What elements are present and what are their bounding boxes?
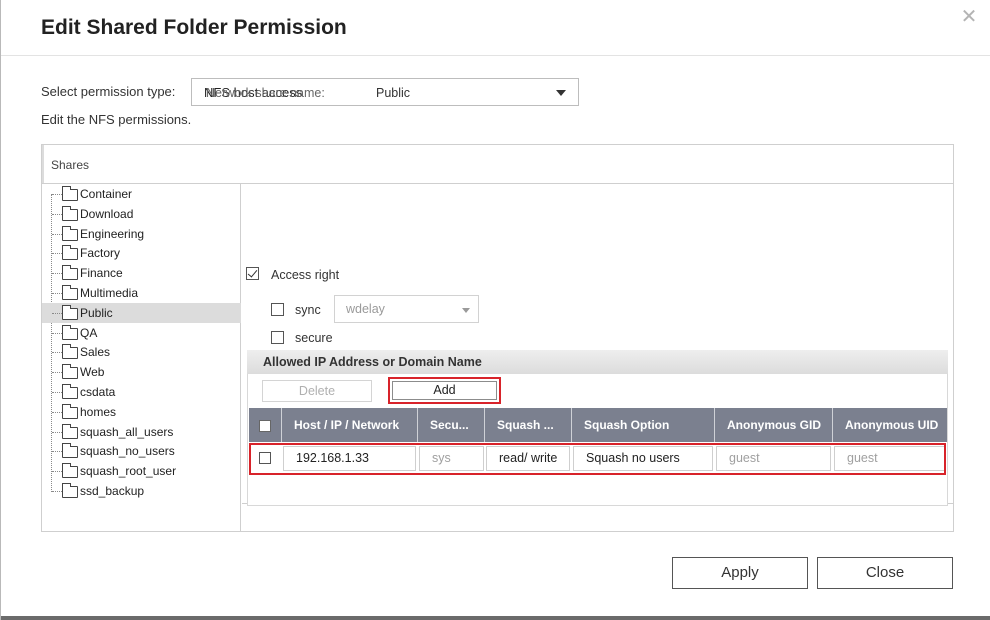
folder-icon [62,344,78,360]
folder-icon [62,483,78,498]
share-item-qa[interactable]: QA [42,323,241,343]
share-item-squash-all-users[interactable]: squash_all_users [42,422,241,442]
share-item-label: homes [80,404,117,419]
row-anon-gid[interactable]: guest [716,446,831,471]
share-item-label: Finance [80,266,123,281]
apply-button[interactable]: Apply [672,557,808,589]
sync-checkbox[interactable] [271,303,284,316]
share-item-label: QA [80,325,98,340]
share-item-label: ssd_backup [80,484,145,498]
row-security[interactable]: sys [419,446,484,471]
edit-permission-dialog: Edit Shared Folder Permission ✕ Select p… [0,0,990,620]
network-share-name-label: Network share name: [206,86,325,100]
col-squash[interactable]: Squash ... [485,408,572,442]
add-button[interactable]: Add [392,381,497,400]
select-all-checkbox[interactable] [259,420,271,432]
share-item-label: Factory [80,246,121,261]
edit-description: Edit the NFS permissions. [41,112,192,127]
share-item-homes[interactable]: homes [42,402,241,422]
folder-icon [62,463,78,479]
chevron-down-icon [462,308,470,313]
share-item-squash-no-users[interactable]: squash_no_users [42,441,241,461]
folder-icon [62,205,78,221]
folder-icon [62,245,78,261]
sync-mode-select[interactable]: wdelay [334,295,479,323]
share-item-squash-root-user[interactable]: squash_root_user [42,461,241,481]
folder-icon [62,384,78,399]
row-anon-uid[interactable]: guest [834,446,945,471]
folder-icon [62,265,78,281]
share-item-finance[interactable]: Finance [42,263,241,283]
close-button[interactable]: Close [817,557,953,589]
chevron-down-icon [556,90,566,96]
network-share-name-value: Public [376,86,411,100]
secure-label: secure [295,331,333,345]
share-item-engineering[interactable]: Engineering [42,224,241,244]
share-item-label: Download [80,206,134,221]
access-right-checkbox[interactable] [246,267,259,280]
folder-icon [62,324,78,340]
header-divider [1,55,990,56]
share-item-sales[interactable]: Sales [42,342,241,362]
share-item-ssd-backup[interactable]: ssd_backup [42,481,241,501]
folder-icon [62,186,78,201]
hosts-table-header: Host / IP / Network Secu... Squash ... S… [249,408,947,442]
share-item-public[interactable]: Public [42,302,241,323]
share-item-label: Engineering [80,226,145,241]
share-item-csdata[interactable]: csdata [42,382,241,402]
col-squash-option[interactable]: Squash Option [572,408,715,442]
secure-checkbox[interactable] [271,331,284,344]
share-item-label: Public [80,305,113,320]
share-item-label: Multimedia [80,286,139,300]
allowed-hosts-header: Allowed IP Address or Domain Name [247,350,948,374]
folder-icon [62,304,78,320]
share-item-container[interactable]: Container [42,184,241,204]
share-item-label: Container [80,187,133,201]
select-all-cell [249,408,282,442]
row-checkbox[interactable] [259,452,271,464]
col-host[interactable]: Host / IP / Network [282,408,418,442]
row-squash-option[interactable]: Squash no users [573,446,713,471]
share-item-label: squash_all_users [80,424,174,439]
share-item-label: Web [80,365,105,380]
permission-type-label: Select permission type: [41,84,176,99]
share-item-download[interactable]: Download [42,204,241,224]
dialog-title: Edit Shared Folder Permission [41,16,347,39]
share-item-factory[interactable]: Factory [42,243,241,263]
sync-mode-value: wdelay [346,302,385,316]
col-security[interactable]: Secu... [418,408,485,442]
folder-icon [62,285,78,300]
share-item-label: Sales [80,345,111,360]
share-item-web[interactable]: Web [42,362,241,382]
col-anon-uid[interactable]: Anonymous UID [833,408,947,442]
delete-button[interactable]: Delete [262,380,372,402]
table-row[interactable]: 192.168.1.33 sys read/ write Squash no u… [249,442,947,474]
share-item-label: squash_root_user [80,464,177,479]
col-anon-gid[interactable]: Anonymous GID [715,408,833,442]
share-item-label: csdata [80,385,116,399]
detail-footer-bar [242,503,953,531]
row-permission[interactable]: read/ write [486,446,570,471]
share-item-label: squash_no_users [80,444,175,459]
share-item-multimedia[interactable]: Multimedia [42,283,241,303]
folder-icon [62,423,78,439]
access-right-label: Access right [271,268,340,282]
shares-tree: Container Download Engineering Factory Finan… [42,184,241,531]
row-host[interactable]: 192.168.1.33 [283,446,416,471]
add-button-highlight: Add [388,377,501,404]
sync-label: sync [295,303,321,317]
folder-icon [62,225,78,241]
shares-header: Shares [42,145,953,184]
folder-icon [62,364,78,380]
folder-icon [62,403,78,419]
folder-icon [62,443,78,459]
close-icon[interactable]: ✕ [958,6,980,28]
